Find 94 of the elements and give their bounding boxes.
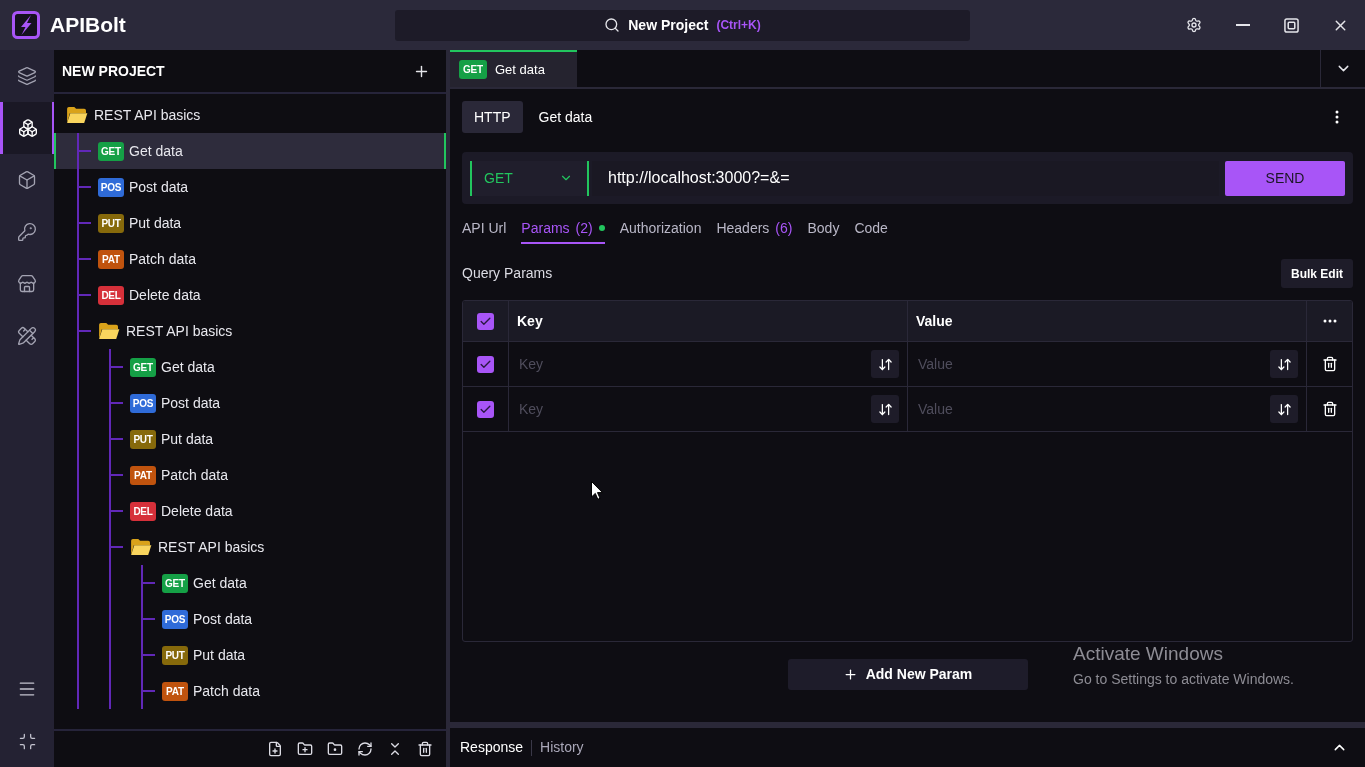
request-item[interactable]: GET Get data xyxy=(54,133,446,169)
box-icon xyxy=(17,170,37,190)
maximize-icon xyxy=(1284,17,1299,33)
ellipsis-icon xyxy=(1322,319,1337,323)
section-tab[interactable]: Authorization xyxy=(619,214,702,244)
request-item[interactable]: POS Post data xyxy=(54,601,446,637)
refresh-icon xyxy=(357,741,373,757)
store-icon xyxy=(17,274,37,294)
request-item[interactable]: PUT Put data xyxy=(54,205,446,241)
request-item[interactable]: PAT Patch data xyxy=(54,457,446,493)
section-title: Query Params xyxy=(462,264,553,283)
request-item[interactable]: PAT Patch data xyxy=(54,241,446,277)
checkbox[interactable] xyxy=(477,400,494,418)
project-title: NEW PROJECT xyxy=(62,61,165,81)
method-badge: PUT xyxy=(98,213,124,233)
section-tab[interactable]: Body xyxy=(807,214,840,244)
request-name: Get data xyxy=(538,107,593,127)
arrows-up-down-icon xyxy=(877,356,893,372)
folder-item[interactable]: REST API basics xyxy=(54,313,446,349)
request-item[interactable]: POS Post data xyxy=(54,169,446,205)
swap-button[interactable] xyxy=(1270,395,1298,423)
plus-icon xyxy=(842,667,858,682)
file-plus-icon xyxy=(267,741,283,757)
method-badge: PAT xyxy=(130,465,156,485)
arrows-up-down-icon xyxy=(1276,356,1292,372)
request-item[interactable]: GET Get data xyxy=(54,565,446,601)
arrows-up-down-icon xyxy=(877,401,893,417)
method-badge: POS xyxy=(98,177,124,197)
bulk-edit-button[interactable]: Bulk Edit xyxy=(1281,259,1353,288)
method-badge: DEL xyxy=(130,501,156,521)
method-badge: GET xyxy=(130,357,156,377)
lightning-logo-icon xyxy=(12,11,40,39)
method-badge: PUT xyxy=(162,645,188,665)
request-item[interactable]: PUT Put data xyxy=(54,637,446,673)
pencil-ruler-icon xyxy=(17,326,37,346)
request-item[interactable]: DEL Delete data xyxy=(54,277,446,313)
nav-rail-button[interactable] xyxy=(0,102,54,154)
section-tab[interactable]: Code xyxy=(854,214,888,244)
search-icon xyxy=(604,17,621,33)
swap-button[interactable] xyxy=(871,395,899,423)
mouse-pointer-icon xyxy=(591,481,603,500)
value-field[interactable]: Value xyxy=(918,395,1270,423)
trash-icon xyxy=(417,741,433,757)
boxes-icon xyxy=(17,118,38,138)
method-badge: GET xyxy=(459,60,487,79)
swap-button[interactable] xyxy=(871,350,899,378)
swap-button[interactable] xyxy=(1270,350,1298,378)
folder-item[interactable]: REST API basics xyxy=(54,97,446,133)
panel-tab[interactable]: History xyxy=(540,737,584,758)
request-item[interactable]: PAT Patch data xyxy=(54,673,446,709)
settings-icon xyxy=(1185,17,1202,33)
layers-icon xyxy=(17,66,37,86)
section-tab[interactable]: Params (2) xyxy=(521,214,605,244)
folder-plus-icon xyxy=(297,741,313,757)
arrows-up-down-icon xyxy=(1276,401,1292,417)
app-title: APIBolt xyxy=(50,12,126,39)
request-item[interactable]: PUT Put data xyxy=(54,421,446,457)
send-button[interactable]: SEND xyxy=(1225,160,1345,196)
section-tab[interactable]: Headers (6) xyxy=(716,214,793,244)
column-header: Value xyxy=(916,311,953,331)
search-bar[interactable]: New Project (Ctrl+K) xyxy=(395,9,970,41)
panel-tab[interactable]: Response xyxy=(460,737,524,758)
activation-notice-title: Activate Windows xyxy=(1073,642,1224,666)
request-item[interactable]: POS Post data xyxy=(54,385,446,421)
activation-notice-text: Go to Settings to activate Windows. xyxy=(1073,670,1294,688)
method-badge: PAT xyxy=(98,249,124,269)
trash-icon xyxy=(1321,401,1338,417)
checkbox[interactable] xyxy=(477,312,494,330)
protocol-chip: HTTP xyxy=(462,101,523,133)
method-select[interactable]: GET xyxy=(470,160,589,196)
kebab-menu-icon xyxy=(1335,110,1339,124)
method-badge: PUT xyxy=(130,429,156,449)
value-field[interactable]: Value xyxy=(918,350,1270,378)
key-field[interactable]: Key xyxy=(519,395,871,423)
key-field[interactable]: Key xyxy=(519,350,871,378)
minimize-icon xyxy=(1235,24,1250,26)
request-item[interactable]: GET Get data xyxy=(54,349,446,385)
url-field[interactable]: http://localhost:3000?=&= xyxy=(592,160,1219,196)
method-badge: GET xyxy=(162,573,188,593)
key-icon xyxy=(17,222,37,242)
folder-item[interactable]: REST API basics xyxy=(54,529,446,565)
method-badge: POS xyxy=(162,609,188,629)
method-badge: DEL xyxy=(98,285,124,305)
request-item[interactable]: DEL Delete data xyxy=(54,493,446,529)
column-header: Key xyxy=(517,311,543,331)
method-badge: POS xyxy=(130,393,156,413)
checkbox[interactable] xyxy=(477,355,494,373)
trash-icon xyxy=(1321,356,1338,372)
method-badge: GET xyxy=(98,141,124,161)
add-param-button[interactable]: Add New Param xyxy=(787,659,1028,690)
request-tab[interactable]: GET Get data xyxy=(450,50,577,87)
collapse-corners-icon xyxy=(17,731,37,751)
section-tab[interactable]: API Url xyxy=(462,214,507,244)
method-badge: PAT xyxy=(162,681,188,701)
